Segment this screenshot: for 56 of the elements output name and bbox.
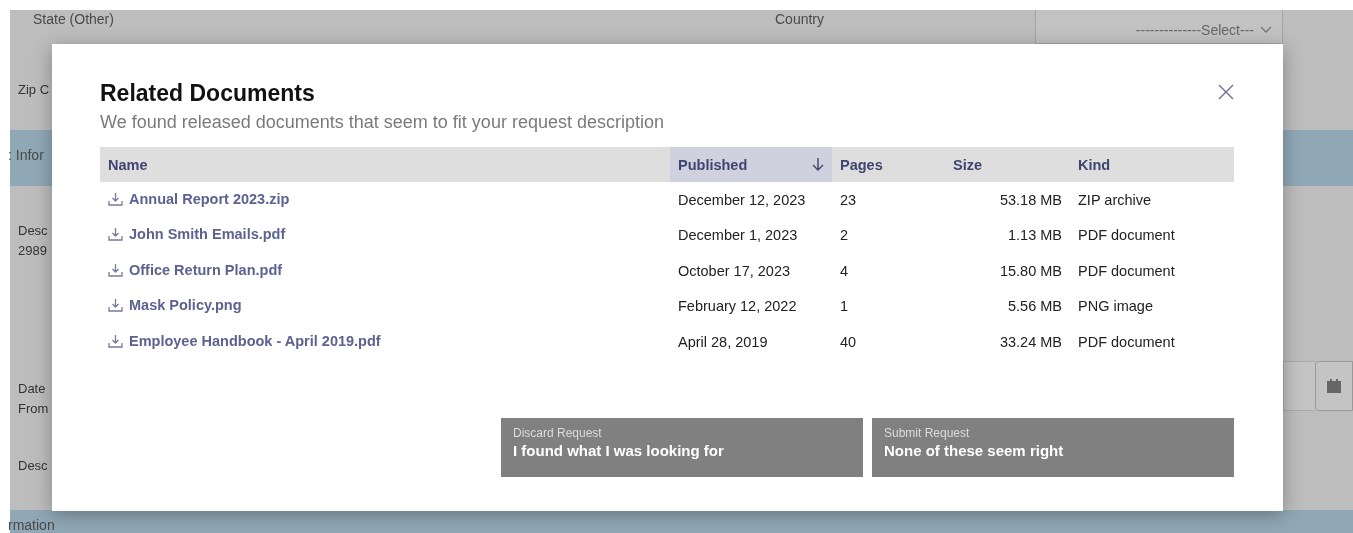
table-cell-text: April 28, 2019 (677, 332, 769, 352)
table-cell: ZIP archive (1070, 182, 1234, 218)
column-header[interactable]: Pages (832, 147, 945, 182)
file-link[interactable]: Employee Handbook - April 2019.pdf (108, 332, 381, 349)
table-cell-text: 5.56 MB (1007, 297, 1063, 317)
download-icon (108, 298, 123, 313)
arrow-down-icon (812, 157, 824, 172)
table-cell-text: 15.80 MB (998, 261, 1063, 281)
table-cell-text: 33.24 MB (998, 332, 1063, 352)
close-button[interactable] (1218, 84, 1234, 100)
table-cell-text: 40 (839, 332, 858, 352)
column-header[interactable]: Kind (1070, 147, 1234, 182)
field-label: Zip C (18, 81, 50, 99)
table-cell-text: 1 (839, 297, 850, 317)
field-label: Country (775, 10, 825, 28)
table-cell-text: 4 (839, 261, 850, 281)
download-icon (108, 227, 123, 242)
calendar-icon (1326, 378, 1342, 394)
file-link[interactable]: Office Return Plan.pdf (108, 261, 283, 278)
download-icon (108, 333, 123, 348)
table-cell-text: 2 (839, 226, 850, 246)
country-select[interactable]: --------------Select--- (1035, 10, 1283, 44)
table-cell-text: PDF document (1077, 261, 1176, 281)
field-label: From (18, 400, 49, 418)
file-link[interactable]: John Smith Emails.pdf (108, 226, 286, 243)
table-cell-text: February 12, 2022 (677, 297, 798, 317)
calendar-button[interactable] (1315, 361, 1353, 411)
field-label: State (Other) (33, 10, 114, 28)
column-header[interactable]: Published (670, 147, 832, 182)
table-cell-text: October 17, 2023 (677, 261, 792, 281)
action-button[interactable]: Submit Request None of these seem right (872, 418, 1234, 477)
table-cell-text: December 1, 2023 (677, 226, 799, 246)
table-cell: 23 (832, 182, 945, 218)
field-value: 2989 (18, 242, 47, 260)
file-link[interactable]: Annual Report 2023.zip (108, 190, 290, 207)
field-label: Desc (18, 457, 48, 475)
close-icon (1218, 84, 1234, 100)
table-cell-text: 1.13 MB (1007, 226, 1063, 246)
modal-title: Related Documents (100, 79, 316, 108)
table-cell: December 12, 2023 (670, 182, 832, 218)
download-icon (108, 191, 123, 206)
file-link[interactable]: Mask Policy.png (108, 297, 242, 314)
field-label: Desc (18, 222, 48, 240)
download-icon (108, 262, 123, 277)
date-field[interactable] (1283, 361, 1315, 411)
column-header[interactable]: Size (945, 147, 1070, 182)
table-cell-text: PNG image (1077, 297, 1154, 317)
modal-subtitle: We found released documents that seem to fit your request description (100, 111, 664, 134)
table-cell-text: PDF document (1077, 226, 1176, 246)
table-cell-text: PDF document (1077, 332, 1176, 352)
chevron-down-icon (1260, 25, 1272, 34)
section-heading: : Infor (8, 146, 44, 164)
action-button[interactable]: Discard Request I found what I was looking for (501, 418, 863, 477)
field-label: Date (18, 380, 46, 398)
column-header[interactable]: Name (100, 147, 670, 182)
table-cell: 53.18 MB (945, 182, 1070, 218)
